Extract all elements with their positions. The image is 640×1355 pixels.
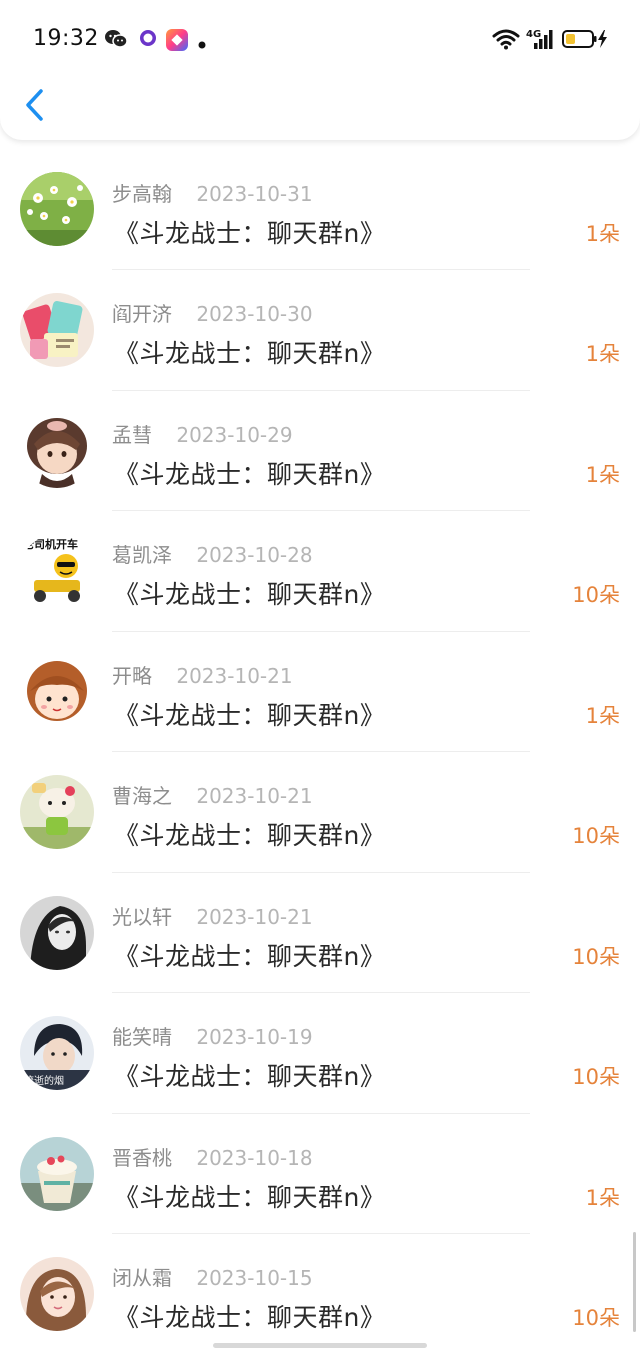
status-time: 19:32 bbox=[33, 26, 99, 51]
list-item[interactable]: 流逝的烟 能笑晴 2023-10-19 《斗龙战士：聊天群n》 10朵 bbox=[0, 993, 640, 1114]
record-meta: 步高翰 2023-10-31 bbox=[112, 178, 313, 207]
record-date: 2023-10-31 bbox=[196, 182, 313, 206]
chat-app-icon bbox=[138, 28, 158, 52]
avatar bbox=[20, 413, 94, 488]
list-item[interactable]: 闭从霜 2023-10-15 《斗龙战士：聊天群n》 10朵 bbox=[0, 1234, 640, 1355]
work-title: 《斗龙战士：聊天群n》 bbox=[114, 580, 386, 609]
sender-name: 开略 bbox=[112, 663, 152, 688]
sender-name: 能笑晴 bbox=[112, 1025, 172, 1049]
chevron-left-icon bbox=[26, 89, 43, 121]
sender-name: 曹海之 bbox=[112, 784, 172, 808]
record-meta: 孟彗 2023-10-29 bbox=[112, 419, 293, 448]
list-item[interactable]: 阎开济 2023-10-30 《斗龙战士：聊天群n》 1朵 bbox=[0, 270, 640, 391]
record-date: 2023-10-15 bbox=[196, 1266, 313, 1290]
avatar bbox=[20, 293, 94, 367]
network-type-label: 4G bbox=[526, 29, 541, 40]
record-meta: 能笑晴 2023-10-19 bbox=[112, 1021, 313, 1050]
record-date: 2023-10-21 bbox=[176, 663, 293, 688]
gift-amount: 1朵 bbox=[585, 1185, 620, 1210]
record-meta: 闭从霜 2023-10-15 bbox=[112, 1262, 313, 1291]
battery-charging-icon bbox=[562, 29, 610, 53]
list-item[interactable]: 步高翰 2023-10-31 《斗龙战士：聊天群n》 1朵 bbox=[0, 140, 640, 270]
sender-name: 晋香桃 bbox=[112, 1145, 172, 1170]
gift-amount: 1朵 bbox=[585, 703, 620, 728]
gift-amount: 10朵 bbox=[572, 1065, 620, 1089]
avatar: 老司机开车 bbox=[20, 534, 94, 608]
avatar-caption: 老司机开车 bbox=[22, 537, 78, 551]
record-meta: 晋香桃 2023-10-18 bbox=[112, 1142, 313, 1171]
top-bar: 19:32 4G bbox=[0, 0, 640, 140]
sender-name: 步高翰 bbox=[112, 182, 172, 206]
record-list: 步高翰 2023-10-31 《斗龙战士：聊天群n》 1朵 阎开济 2023-1… bbox=[0, 140, 640, 1355]
gift-amount: 10朵 bbox=[572, 824, 620, 848]
list-item[interactable]: 开略 2023-10-21 《斗龙战士：聊天群n》 1朵 bbox=[0, 632, 640, 752]
work-title: 《斗龙战士：聊天群n》 bbox=[114, 219, 386, 248]
record-date: 2023-10-18 bbox=[196, 1145, 313, 1170]
avatar bbox=[20, 1257, 94, 1331]
gift-amount: 10朵 bbox=[572, 1306, 620, 1330]
record-meta: 光以轩 2023-10-21 bbox=[112, 901, 313, 930]
scrollbar[interactable] bbox=[633, 1232, 636, 1332]
record-date: 2023-10-21 bbox=[196, 904, 313, 929]
work-title: 《斗龙战士：聊天群n》 bbox=[114, 821, 386, 850]
work-title: 《斗龙战士：聊天群n》 bbox=[114, 941, 386, 971]
work-title: 《斗龙战士：聊天群n》 bbox=[114, 1182, 386, 1212]
record-date: 2023-10-29 bbox=[176, 422, 293, 447]
avatar bbox=[20, 172, 94, 246]
back-button[interactable] bbox=[20, 86, 50, 124]
avatar bbox=[20, 775, 94, 849]
record-meta: 开略 2023-10-21 bbox=[112, 660, 293, 689]
app-store-icon bbox=[165, 28, 189, 56]
gift-amount: 1朵 bbox=[585, 222, 620, 246]
record-meta: 葛凯泽 2023-10-28 bbox=[112, 539, 313, 568]
list-item[interactable]: 光以轩 2023-10-21 《斗龙战士：聊天群n》 10朵 bbox=[0, 873, 640, 993]
sender-name: 闭从霜 bbox=[112, 1266, 172, 1290]
record-meta: 阎开济 2023-10-30 bbox=[112, 298, 313, 327]
record-date: 2023-10-19 bbox=[196, 1025, 313, 1049]
work-title: 《斗龙战士：聊天群n》 bbox=[114, 1062, 386, 1091]
home-indicator[interactable] bbox=[213, 1343, 427, 1348]
record-date: 2023-10-21 bbox=[196, 784, 313, 808]
dot-icon bbox=[198, 34, 206, 53]
list-item[interactable]: 晋香桃 2023-10-18 《斗龙战士：聊天群n》 1朵 bbox=[0, 1114, 640, 1234]
work-title: 《斗龙战士：聊天群n》 bbox=[114, 459, 386, 489]
list-item[interactable]: 老司机开车 葛凯泽 2023-10-28 《斗龙战士：聊天群n》 10朵 bbox=[0, 511, 640, 632]
sender-name: 孟彗 bbox=[112, 422, 152, 447]
avatar bbox=[20, 895, 94, 970]
avatar bbox=[20, 654, 94, 729]
gift-amount: 1朵 bbox=[585, 462, 620, 487]
record-date: 2023-10-28 bbox=[196, 543, 313, 567]
cellular-signal-icon: 4G bbox=[526, 27, 554, 55]
wechat-icon bbox=[104, 28, 128, 54]
work-title: 《斗龙战士：聊天群n》 bbox=[114, 339, 386, 368]
avatar bbox=[20, 1136, 94, 1211]
record-meta: 曹海之 2023-10-21 bbox=[112, 780, 313, 809]
record-date: 2023-10-30 bbox=[196, 302, 313, 326]
sender-name: 阎开济 bbox=[112, 302, 172, 326]
wifi-icon bbox=[492, 28, 520, 54]
work-title: 《斗龙战士：聊天群n》 bbox=[114, 1303, 386, 1332]
sender-name: 葛凯泽 bbox=[112, 543, 172, 567]
gift-amount: 10朵 bbox=[572, 944, 620, 969]
gift-amount: 1朵 bbox=[585, 342, 620, 366]
gift-amount: 10朵 bbox=[572, 583, 620, 607]
avatar: 流逝的烟 bbox=[20, 1016, 94, 1090]
list-item[interactable]: 曹海之 2023-10-21 《斗龙战士：聊天群n》 10朵 bbox=[0, 752, 640, 873]
list-item[interactable]: 孟彗 2023-10-29 《斗龙战士：聊天群n》 1朵 bbox=[0, 391, 640, 511]
avatar-caption: 流逝的烟 bbox=[24, 1074, 64, 1087]
work-title: 《斗龙战士：聊天群n》 bbox=[114, 700, 386, 730]
sender-name: 光以轩 bbox=[112, 904, 172, 929]
status-bar: 19:32 4G bbox=[0, 0, 640, 80]
